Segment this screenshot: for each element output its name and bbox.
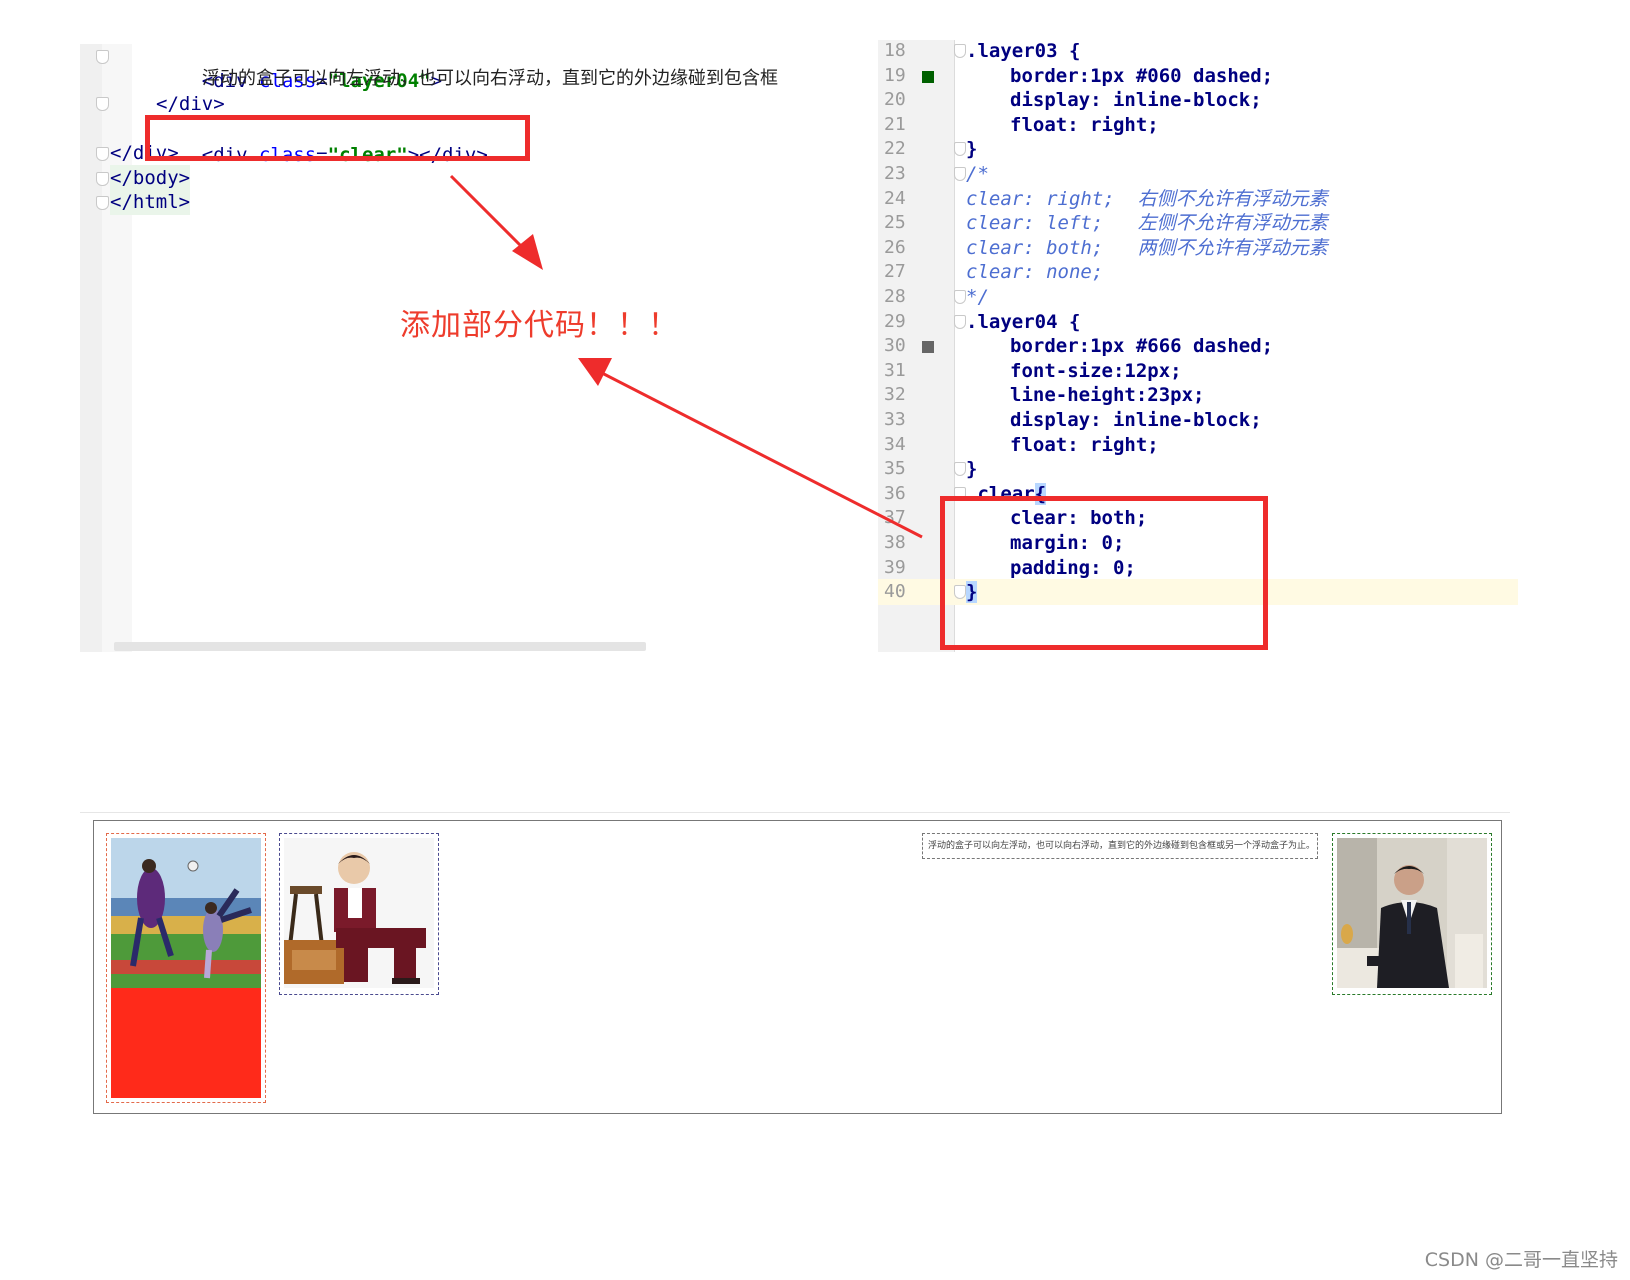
annotation-label: 添加部分代码！！！ (400, 308, 679, 343)
float-box-left-2 (279, 833, 439, 995)
arrow-left-icon (578, 358, 923, 539)
soccer-photo (111, 838, 261, 988)
arrow-down-icon (449, 174, 543, 270)
float-box-right (1332, 833, 1492, 995)
watermark: CSDN @二哥一直坚持 (1424, 1249, 1618, 1271)
boy-portrait-photo (284, 838, 434, 988)
float-box-left-1 (106, 833, 266, 1103)
businessman-photo (1337, 838, 1487, 988)
float-box-text: 浮动的盒子可以向左浮动，也可以向右浮动，直到它的外边缘碰到包含框或另一个浮动盒子… (922, 833, 1318, 859)
divider (80, 812, 1510, 813)
red-block (111, 988, 261, 1098)
annotation-arrows (449, 174, 923, 539)
browser-preview-container: 浮动的盒子可以向左浮动，也可以向右浮动，直到它的外边缘碰到包含框或另一个浮动盒子… (93, 820, 1502, 1114)
